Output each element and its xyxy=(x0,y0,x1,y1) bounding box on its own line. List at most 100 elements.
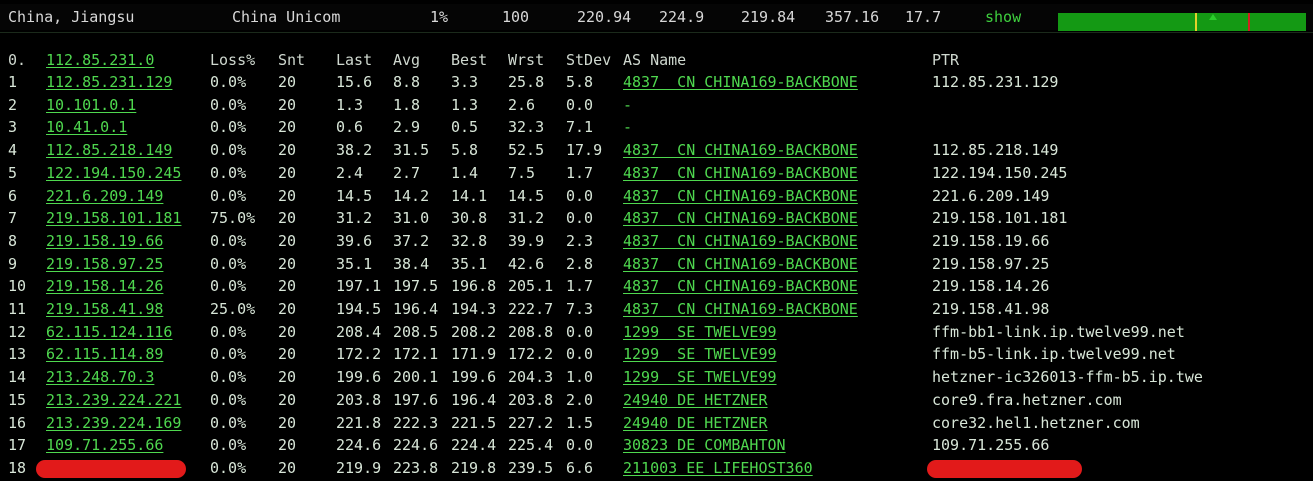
cell-hop: 10 xyxy=(8,277,27,295)
cell-best: 224.4 xyxy=(451,436,497,454)
cell-stdev: 17.9 xyxy=(566,141,603,159)
cell-host[interactable]: 219.158.19.66 xyxy=(46,232,163,250)
cell-host[interactable]: 219.158.14.26 xyxy=(46,277,163,295)
cell-host[interactable]: 109.71.255.66 xyxy=(46,436,163,454)
cell-asname[interactable]: 4837 CN CHINA169-BACKBONE xyxy=(623,209,858,227)
cell-loss: 0.0% xyxy=(210,187,247,205)
cell-snt: 20 xyxy=(278,255,297,273)
cell-asname[interactable]: 1299 SE TWELVE99 xyxy=(623,368,777,386)
cell-ptr: core32.hel1.hetzner.com xyxy=(932,414,1140,432)
cell-asname[interactable]: 4837 CN CHINA169-BACKBONE xyxy=(623,187,858,205)
cell-avg: 197.5 xyxy=(393,277,439,295)
cell-wrst: 32.3 xyxy=(508,118,545,136)
cell-snt: 20 xyxy=(278,118,297,136)
cell-avg: 172.1 xyxy=(393,345,439,363)
cell-best: 196.8 xyxy=(451,277,497,295)
cell-wrst: 172.2 xyxy=(508,345,554,363)
cell-host[interactable]: 219.158.41.98 xyxy=(46,300,163,318)
cell-last: 38.2 xyxy=(336,141,373,159)
cell-hop: 16 xyxy=(8,414,27,432)
cell-asname[interactable]: 24940 DE HETZNER xyxy=(623,414,768,432)
cell-best: 196.4 xyxy=(451,391,497,409)
cell-loss: 0.0% xyxy=(210,255,247,273)
cell-wrst: 14.5 xyxy=(508,187,545,205)
cell-snt: 20 xyxy=(278,459,297,477)
header-host[interactable]: 112.85.231.0 xyxy=(46,51,154,69)
cell-host[interactable]: 62.115.124.116 xyxy=(46,323,172,341)
cell-asname[interactable]: 4837 CN CHINA169-BACKBONE xyxy=(623,141,858,159)
cell-avg: 197.6 xyxy=(393,391,439,409)
cell-last: 203.8 xyxy=(336,391,382,409)
cell-asname[interactable]: 211003 EE LIFEHOST360 xyxy=(623,459,813,477)
cell-host[interactable]: 213.239.224.169 xyxy=(46,414,181,432)
cell-asname[interactable]: 4837 CN CHINA169-BACKBONE xyxy=(623,277,858,295)
redacted-host xyxy=(36,460,186,478)
cell-snt: 20 xyxy=(278,277,297,295)
cell-ptr: 112.85.231.129 xyxy=(932,73,1059,91)
cell-asname: - xyxy=(623,118,633,136)
cell-host[interactable]: 112.85.218.149 xyxy=(46,141,172,159)
summary-location: China, Jiangsu xyxy=(8,8,135,26)
cell-best: 35.1 xyxy=(451,255,488,273)
cell-asname[interactable]: 4837 CN CHINA169-BACKBONE xyxy=(623,73,858,91)
header-hop: 0. xyxy=(8,51,27,69)
cell-stdev: 0.0 xyxy=(566,345,594,363)
cell-snt: 20 xyxy=(278,141,297,159)
cell-stdev: 1.0 xyxy=(566,368,594,386)
divider xyxy=(0,32,1313,33)
cell-wrst: 205.1 xyxy=(508,277,554,295)
cell-asname[interactable]: 24940 DE HETZNER xyxy=(623,391,768,409)
graph-marker-icon xyxy=(1209,14,1217,20)
cell-last: 14.5 xyxy=(336,187,373,205)
cell-last: 31.2 xyxy=(336,209,373,227)
cell-host[interactable]: 10.41.0.1 xyxy=(46,118,127,136)
cell-avg: 222.3 xyxy=(393,414,439,432)
cell-stdev: 0.0 xyxy=(566,209,594,227)
cell-avg: 31.0 xyxy=(393,209,430,227)
cell-host[interactable]: 213.239.224.221 xyxy=(46,391,181,409)
cell-snt: 20 xyxy=(278,323,297,341)
cell-host[interactable]: 213.248.70.3 xyxy=(46,368,154,386)
cell-last: 219.9 xyxy=(336,459,382,477)
cell-hop: 18 xyxy=(8,459,27,477)
cell-asname[interactable]: 4837 CN CHINA169-BACKBONE xyxy=(623,232,858,250)
cell-asname[interactable]: 1299 SE TWELVE99 xyxy=(623,323,777,341)
cell-ptr: hetzner-ic326013-ffm-b5.ip.twe xyxy=(932,368,1203,386)
cell-last: 208.4 xyxy=(336,323,382,341)
cell-asname[interactable]: 1299 SE TWELVE99 xyxy=(623,345,777,363)
cell-host[interactable]: 62.115.114.89 xyxy=(46,345,163,363)
cell-avg: 200.1 xyxy=(393,368,439,386)
cell-last: 39.6 xyxy=(336,232,373,250)
cell-stdev: 0.0 xyxy=(566,187,594,205)
cell-hop: 17 xyxy=(8,436,27,454)
cell-asname[interactable]: 4837 CN CHINA169-BACKBONE xyxy=(623,164,858,182)
cell-best: 5.8 xyxy=(451,141,479,159)
cell-stdev: 7.3 xyxy=(566,300,594,318)
cell-best: 221.5 xyxy=(451,414,497,432)
cell-asname[interactable]: 30823 DE COMBAHTON xyxy=(623,436,786,454)
cell-loss: 0.0% xyxy=(210,323,247,341)
cell-last: 221.8 xyxy=(336,414,382,432)
header-avg: Avg xyxy=(393,51,421,69)
cell-loss: 0.0% xyxy=(210,414,247,432)
cell-host[interactable]: 221.6.209.149 xyxy=(46,187,163,205)
cell-best: 171.9 xyxy=(451,345,497,363)
cell-asname[interactable]: 4837 CN CHINA169-BACKBONE xyxy=(623,255,858,273)
cell-snt: 20 xyxy=(278,368,297,386)
cell-stdev: 2.0 xyxy=(566,391,594,409)
cell-best: 1.3 xyxy=(451,96,479,114)
cell-host[interactable]: 112.85.231.129 xyxy=(46,73,172,91)
show-link[interactable]: show xyxy=(985,8,1021,26)
cell-host[interactable]: 219.158.101.181 xyxy=(46,209,181,227)
cell-last: 172.2 xyxy=(336,345,382,363)
cell-hop: 7 xyxy=(8,209,18,227)
cell-snt: 20 xyxy=(278,345,297,363)
cell-ptr: 219.158.19.66 xyxy=(932,232,1050,250)
cell-host[interactable]: 122.194.150.245 xyxy=(46,164,181,182)
cell-host[interactable]: 219.158.97.25 xyxy=(46,255,163,273)
cell-host[interactable]: 10.101.0.1 xyxy=(46,96,136,114)
cell-asname[interactable]: 4837 CN CHINA169-BACKBONE xyxy=(623,300,858,318)
cell-hop: 3 xyxy=(8,118,18,136)
cell-ptr: 112.85.218.149 xyxy=(932,141,1059,159)
cell-best: 1.4 xyxy=(451,164,479,182)
